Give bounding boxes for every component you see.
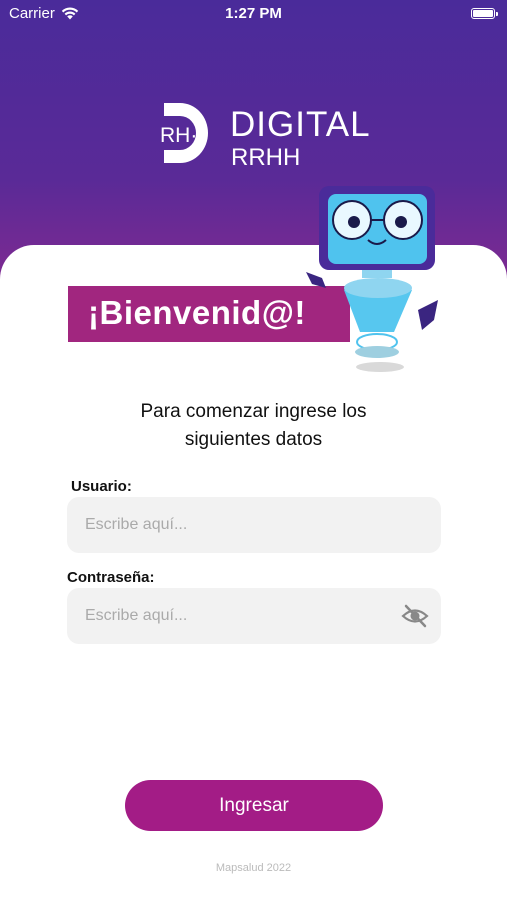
brand-name-line1: DIGITAL <box>230 105 371 144</box>
user-input[interactable] <box>67 497 441 553</box>
password-label: Contraseña: <box>67 569 155 586</box>
password-field[interactable] <box>67 588 441 644</box>
login-button[interactable]: Ingresar <box>125 780 383 831</box>
user-field[interactable] <box>67 497 441 553</box>
intro-line-2: siguientes datos <box>184 429 323 450</box>
brand-name-line2: RRHH <box>231 144 301 171</box>
eye-off-icon[interactable] <box>401 604 429 628</box>
login-screen: Carrier 1:27 PM RH· DIGITAL RRHH ¡Bienve… <box>0 0 507 900</box>
footer-text: Mapsalud 2022 <box>215 862 292 874</box>
battery-icon <box>471 8 498 19</box>
clock: 1:27 PM <box>225 5 282 22</box>
intro-line-1: Para comenzar ingrese los <box>140 401 367 422</box>
password-input[interactable] <box>67 588 441 644</box>
intro-text: Para comenzar ingrese los siguientes dat… <box>0 398 507 454</box>
welcome-title: ¡Bienvenid@! <box>88 294 306 331</box>
user-label: Usuario: <box>71 478 132 495</box>
logo-mark-text: RH· <box>160 124 197 147</box>
app-logo: RH· DIGITAL RRHH <box>160 100 380 171</box>
rh-logo-icon: RH· <box>160 103 208 163</box>
status-bar: Carrier 1:27 PM <box>0 0 507 28</box>
robot-mascot <box>306 186 438 372</box>
